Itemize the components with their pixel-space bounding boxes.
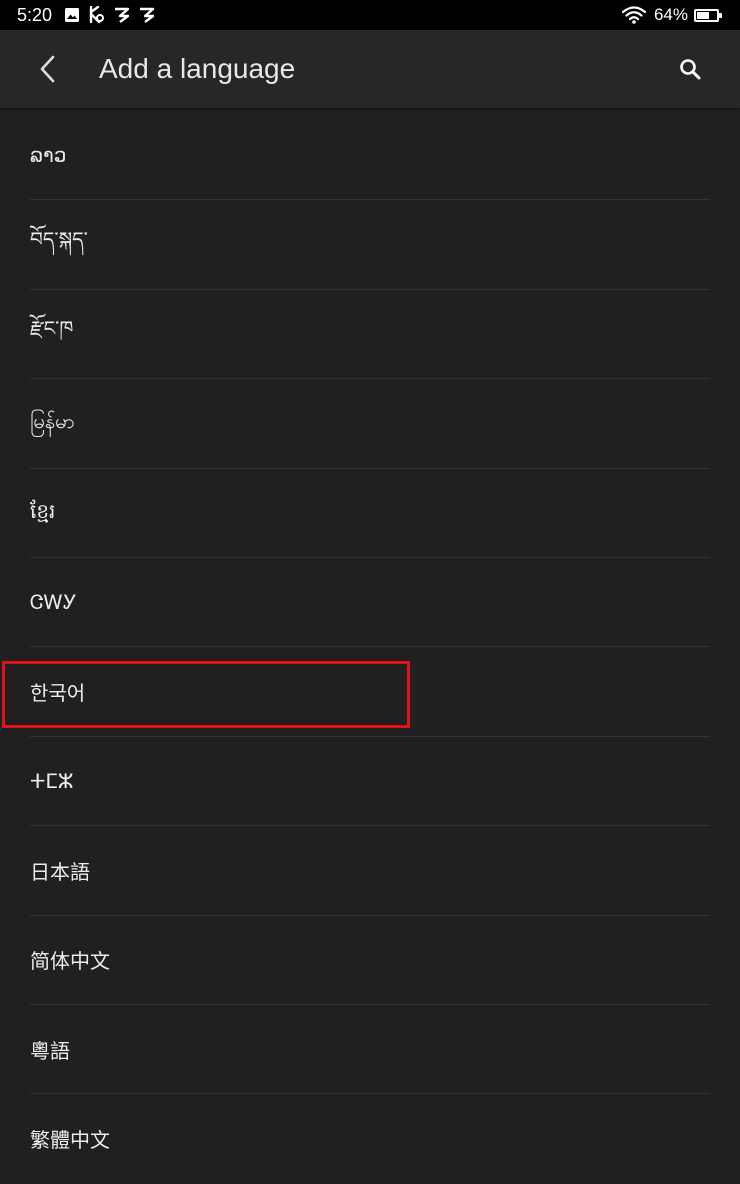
wifi-icon <box>621 6 646 24</box>
search-icon <box>680 59 701 80</box>
language-item-burmese[interactable]: မြန်မာ <box>30 379 710 469</box>
page-title: Add a language <box>99 53 296 84</box>
language-item-tibetan[interactable]: བོད་སྐད་ <box>30 200 710 290</box>
language-item-japanese[interactable]: 日本語 <box>30 826 710 916</box>
language-label: 简体中文 <box>30 949 110 974</box>
language-label: ᏣᎳᎩ <box>30 590 77 615</box>
app-bar: Add a language <box>0 30 740 108</box>
language-label: བོད་སྐད་ <box>30 226 88 251</box>
language-label: ລາວ <box>30 143 67 168</box>
language-item-lao[interactable]: ລາວ <box>30 111 710 201</box>
amazon-app-icon <box>115 7 130 23</box>
language-item-dzongkha[interactable]: རྫོང་ཁ <box>30 290 710 380</box>
language-label: 繁體中文 <box>30 1128 110 1153</box>
status-bar: 5:20 64% <box>0 0 740 30</box>
language-label: 日本語 <box>30 859 90 884</box>
language-item-traditional-chinese[interactable]: 繁體中文 <box>30 1094 710 1183</box>
amazon-app-icon <box>140 7 155 23</box>
language-label: မြန်မာ <box>30 409 75 434</box>
kindle-app-icon <box>89 6 104 24</box>
battery-percent: 64% <box>653 5 688 24</box>
language-label: ⵜⵎⵣ <box>30 768 74 793</box>
language-list: ລາວ བོད་སྐད་ རྫོང་ཁ မြန်မာ ខ្មែរ ᏣᎳᎩ 한국어… <box>0 111 740 1184</box>
language-item-tamazight[interactable]: ⵜⵎⵣ <box>30 737 710 827</box>
status-right-group: 64% <box>621 4 722 26</box>
language-item-cantonese[interactable]: 粵語 <box>30 1005 710 1095</box>
language-label: 粵語 <box>30 1038 70 1063</box>
search-button[interactable] <box>666 45 714 93</box>
language-label: རྫོང་ཁ <box>30 315 74 340</box>
chevron-left-icon <box>40 55 55 83</box>
notification-icons <box>64 6 155 24</box>
image-icon <box>65 8 79 22</box>
language-item-khmer[interactable]: ខ្មែរ <box>30 469 710 558</box>
back-button[interactable] <box>24 45 72 93</box>
language-label: ខ្មែរ <box>30 498 56 523</box>
language-item-korean[interactable]: 한국어 <box>30 647 710 737</box>
language-label: 한국어 <box>30 681 86 706</box>
language-item-simplified-chinese[interactable]: 简体中文 <box>30 916 710 1005</box>
language-item-cherokee[interactable]: ᏣᎳᎩ <box>30 558 710 648</box>
status-time: 5:20 <box>17 5 53 25</box>
battery-icon <box>694 8 722 22</box>
battery-level-fill <box>697 11 709 19</box>
